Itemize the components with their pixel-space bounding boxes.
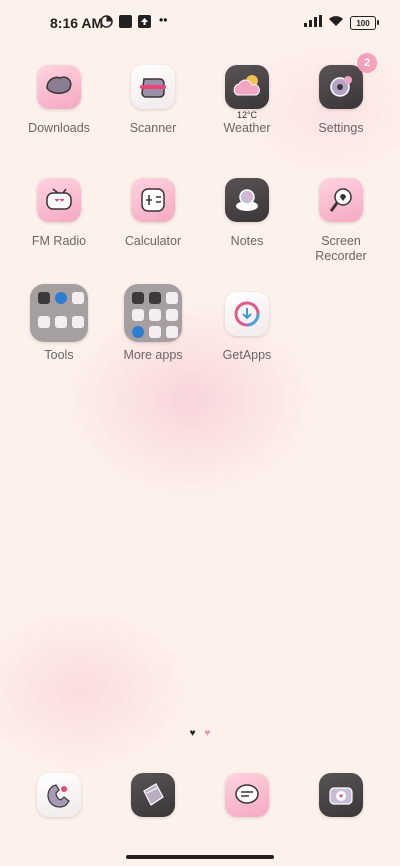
mini-app-icon (72, 315, 84, 328)
dock-camera[interactable] (294, 773, 388, 817)
mini-app-icon (149, 326, 161, 338)
app-scanner[interactable]: Scanner (106, 65, 200, 136)
battery-icon: 100 (350, 16, 379, 30)
chat-bubble-icon (225, 773, 269, 817)
fm-radio-icon (37, 178, 81, 222)
app-label: Settings (318, 121, 364, 135)
data-saver-icon (100, 15, 113, 28)
dock-messages[interactable] (106, 773, 200, 817)
dock-phone[interactable] (12, 773, 106, 817)
app-notes[interactable]: Notes (200, 178, 294, 249)
calculator-icon (131, 178, 175, 222)
scanner-icon (131, 65, 175, 109)
app-label: Scanner (129, 121, 177, 135)
mini-app-icon (38, 315, 50, 328)
settings-icon: 2 (319, 53, 377, 109)
weather-icon: 12°C (225, 65, 269, 120)
status-time: 8:16 AM (50, 15, 104, 31)
screen-recorder-icon (319, 178, 363, 222)
status-right: 100 (304, 14, 379, 32)
app-weather[interactable]: 12°C Weather (200, 65, 294, 136)
mini-app-icon (132, 309, 144, 321)
mini-app-icon (166, 292, 178, 304)
mini-app-icon (132, 326, 144, 338)
messages-icon (131, 773, 175, 817)
app-label: Weather (223, 121, 271, 135)
more-notifications-icon: •• (159, 13, 168, 27)
weather-temp: 12°C (236, 110, 258, 120)
mini-app-icon (166, 326, 178, 338)
notification-square-icon (119, 15, 132, 28)
upload-icon (138, 15, 151, 28)
signal-icon (304, 14, 322, 32)
app-calculator[interactable]: Calculator (106, 178, 200, 249)
app-settings[interactable]: 2 Settings (294, 53, 388, 136)
page-indicator[interactable]: ♥ ♥ (0, 728, 400, 739)
app-label: Downloads (28, 121, 90, 135)
app-downloads[interactable]: Downloads (12, 65, 106, 136)
app-getapps[interactable]: GetApps (200, 292, 294, 363)
app-label: GetApps (222, 348, 272, 362)
folder-label: Tools (44, 348, 74, 362)
mini-app-icon (132, 292, 144, 304)
app-label: FM Radio (31, 234, 87, 248)
app-label: Calculator (124, 234, 182, 248)
folder-more-apps[interactable]: More apps (106, 284, 200, 363)
notification-badge: 2 (357, 53, 377, 73)
mini-app-icon (55, 315, 67, 328)
page-dot-active[interactable]: ♥ (190, 728, 196, 739)
notes-icon (225, 178, 269, 222)
phone-icon (37, 773, 81, 817)
app-screen-recorder[interactable]: Screen Recorder (294, 178, 388, 264)
mini-app-icon (72, 292, 84, 304)
downloads-icon (37, 65, 81, 109)
wifi-icon (328, 14, 344, 32)
camera-icon (319, 773, 363, 817)
status-bar: 8:16 AM •• 100 (0, 0, 400, 44)
getapps-icon (225, 292, 269, 336)
mini-app-icon (166, 309, 178, 321)
home-indicator[interactable] (126, 855, 274, 859)
dock-browser[interactable] (200, 773, 294, 817)
mini-app-icon (149, 292, 161, 304)
app-fm-radio[interactable]: FM Radio (12, 178, 106, 249)
mini-app-icon (149, 309, 161, 321)
folder-label: More apps (123, 348, 183, 362)
page-dot[interactable]: ♥ (204, 728, 210, 739)
folder-tools[interactable]: Tools (12, 284, 106, 363)
more-apps-folder-icon (124, 284, 182, 342)
mini-app-icon (38, 292, 50, 304)
mini-app-icon (55, 292, 67, 304)
app-label: Notes (230, 234, 264, 248)
app-label: Screen Recorder (315, 234, 367, 263)
tools-folder-icon (30, 284, 88, 342)
